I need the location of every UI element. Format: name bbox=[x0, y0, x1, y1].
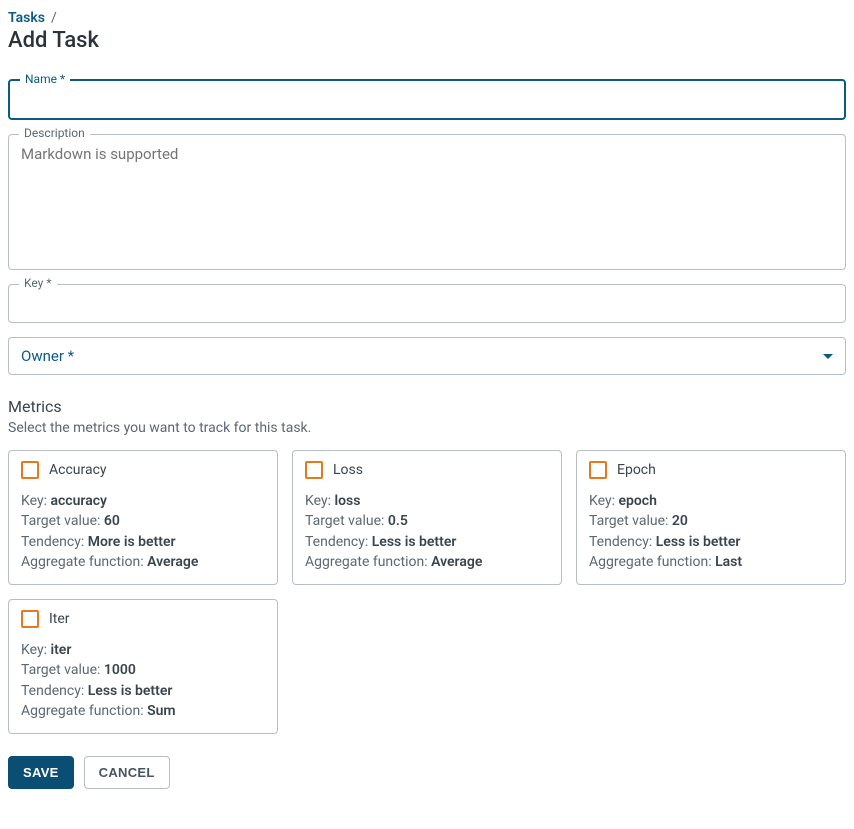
name-input[interactable] bbox=[10, 81, 844, 118]
metric-key-line: Key: iter bbox=[21, 640, 265, 660]
metric-card-loss: Loss Key: loss Target value: 0.5 Tendenc… bbox=[292, 450, 562, 585]
metric-name: Accuracy bbox=[49, 462, 107, 478]
metric-target-line: Target value: 0.5 bbox=[305, 511, 549, 531]
breadcrumb-separator: / bbox=[51, 10, 57, 26]
name-field-wrapper: Name * bbox=[8, 79, 846, 120]
metric-target-line: Target value: 60 bbox=[21, 511, 265, 531]
metric-tendency-line: Tendency: Less is better bbox=[21, 681, 265, 701]
key-label: Key * bbox=[19, 276, 57, 290]
owner-select[interactable]: Owner * bbox=[8, 337, 846, 375]
breadcrumb-tasks-link[interactable]: Tasks bbox=[8, 10, 45, 26]
cancel-button[interactable]: CANCEL bbox=[84, 756, 170, 789]
description-label: Description bbox=[19, 126, 90, 140]
key-input[interactable] bbox=[9, 285, 845, 322]
metrics-subtitle: Select the metrics you want to track for… bbox=[8, 420, 846, 436]
metric-checkbox-epoch[interactable] bbox=[589, 461, 607, 479]
name-label: Name * bbox=[20, 72, 70, 86]
metric-card-accuracy: Accuracy Key: accuracy Target value: 60 … bbox=[8, 450, 278, 585]
action-bar: SAVE CANCEL bbox=[8, 756, 846, 789]
metrics-grid: Accuracy Key: accuracy Target value: 60 … bbox=[8, 450, 846, 734]
breadcrumb: Tasks / bbox=[8, 10, 846, 26]
metric-checkbox-accuracy[interactable] bbox=[21, 461, 39, 479]
chevron-down-icon bbox=[823, 354, 833, 359]
metric-checkbox-iter[interactable] bbox=[21, 610, 39, 628]
metric-card-epoch: Epoch Key: epoch Target value: 20 Tenden… bbox=[576, 450, 846, 585]
metric-key-line: Key: epoch bbox=[589, 491, 833, 511]
metric-target-line: Target value: 20 bbox=[589, 511, 833, 531]
key-field-wrapper: Key * bbox=[8, 284, 846, 323]
metric-agg-line: Aggregate function: Last bbox=[589, 552, 833, 572]
metric-checkbox-loss[interactable] bbox=[305, 461, 323, 479]
metric-key-line: Key: loss bbox=[305, 491, 549, 511]
metric-name: Loss bbox=[333, 462, 363, 478]
save-button[interactable]: SAVE bbox=[8, 756, 74, 789]
metric-card-iter: Iter Key: iter Target value: 1000 Tenden… bbox=[8, 599, 278, 734]
metric-name: Iter bbox=[49, 611, 70, 627]
metric-tendency-line: Tendency: More is better bbox=[21, 532, 265, 552]
metric-target-line: Target value: 1000 bbox=[21, 660, 265, 680]
description-input[interactable] bbox=[9, 135, 845, 265]
description-field-wrapper: Description bbox=[8, 134, 846, 270]
page-title: Add Task bbox=[8, 28, 846, 53]
metric-agg-line: Aggregate function: Average bbox=[305, 552, 549, 572]
metric-name: Epoch bbox=[617, 462, 656, 478]
metric-tendency-line: Tendency: Less is better bbox=[305, 532, 549, 552]
metric-agg-line: Aggregate function: Sum bbox=[21, 701, 265, 721]
owner-select-label: Owner * bbox=[21, 347, 74, 365]
metric-key-line: Key: accuracy bbox=[21, 491, 265, 511]
metric-agg-line: Aggregate function: Average bbox=[21, 552, 265, 572]
metric-tendency-line: Tendency: Less is better bbox=[589, 532, 833, 552]
metrics-title: Metrics bbox=[8, 397, 846, 416]
